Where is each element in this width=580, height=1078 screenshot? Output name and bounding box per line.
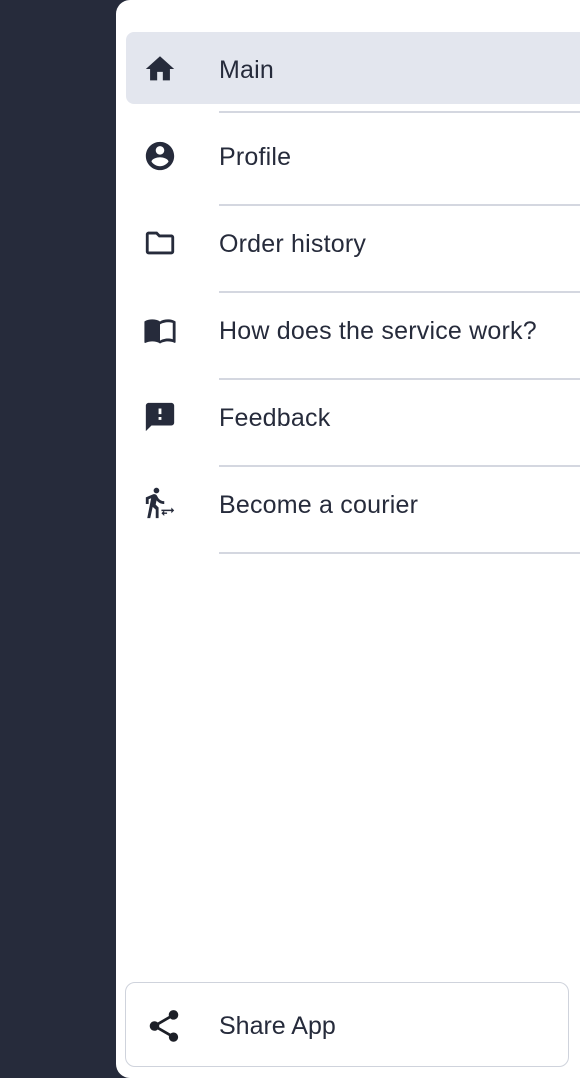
divider <box>219 111 580 113</box>
share-app-label: Share App <box>219 1012 336 1040</box>
menu-item-label: Profile <box>219 143 292 171</box>
menu-item-label: How does the service work? <box>219 317 537 345</box>
courier-icon <box>143 487 177 521</box>
menu-item-main[interactable]: Main <box>116 32 580 119</box>
share-icon <box>145 1007 183 1045</box>
menu-item-become-courier[interactable]: Become a courier <box>116 467 580 554</box>
menu-item-label: Order history <box>219 230 367 258</box>
account-circle-icon <box>143 139 177 173</box>
menu-item-label: Become a courier <box>219 491 419 519</box>
folder-icon <box>143 226 177 260</box>
feedback-icon <box>143 400 177 434</box>
navigation-drawer: Main Profile Order history How does the … <box>116 0 580 1078</box>
active-item-highlight <box>126 32 580 104</box>
book-icon <box>143 313 177 347</box>
menu-item-label: Feedback <box>219 404 331 432</box>
menu-item-feedback[interactable]: Feedback <box>116 380 580 467</box>
drawer-menu: Main Profile Order history How does the … <box>116 32 580 554</box>
divider <box>219 552 580 554</box>
home-icon <box>143 52 177 86</box>
share-app-button[interactable]: Share App <box>125 982 569 1067</box>
menu-item-order-history[interactable]: Order history <box>116 206 580 293</box>
menu-item-label: Main <box>219 56 274 84</box>
menu-item-how-it-works[interactable]: How does the service work? <box>116 293 580 380</box>
menu-item-profile[interactable]: Profile <box>116 119 580 206</box>
